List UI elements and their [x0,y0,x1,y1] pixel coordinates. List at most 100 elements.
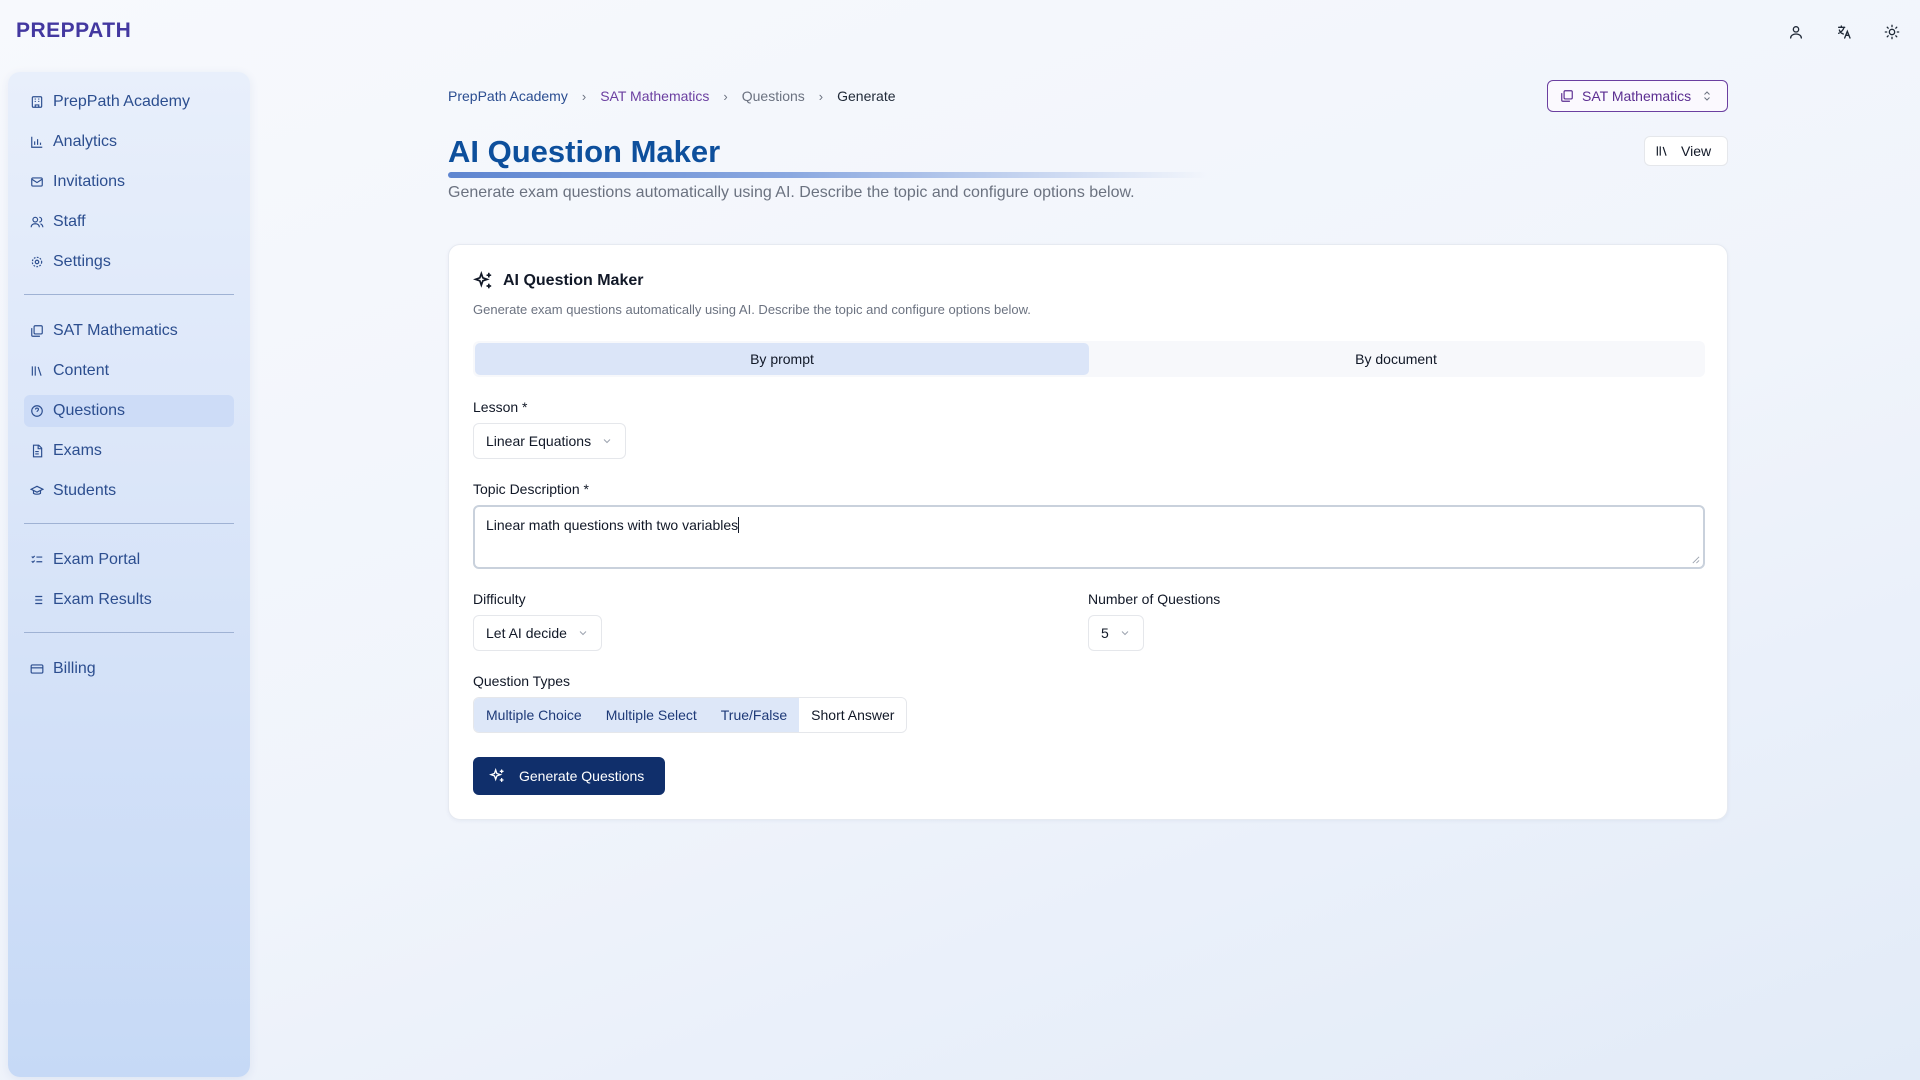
text-caret [738,517,740,533]
sidebar-item-exam-portal[interactable]: Exam Portal [24,544,234,576]
type-true-false[interactable]: True/False [708,698,800,732]
sidebar-item-content[interactable]: Content [24,355,234,387]
difficulty-value: Let AI decide [486,625,567,641]
help-circle-icon [31,405,43,417]
sidebar-group-billing: Billing [24,653,234,685]
graduation-cap-icon [30,485,44,495]
title-underline [448,172,1208,178]
building-icon [31,96,43,108]
sidebar-item-staff[interactable]: Staff [24,206,234,238]
view-button-label: View [1681,143,1712,159]
sidebar-item-exams[interactable]: Exams [24,435,234,467]
breadcrumb-current: Generate [837,88,896,104]
sidebar-group-org: PrepPath Academy Analytics Invitations S… [24,86,234,278]
library-icon [31,366,42,376]
translate-icon[interactable] [1834,22,1854,42]
sidebar-item-label: Students [53,482,117,499]
course-switcher-label: SAT Mathematics [1582,88,1692,104]
sidebar-divider [24,294,234,295]
sidebar-group-exams: Exam Portal Exam Results [24,544,234,616]
view-button[interactable]: View [1644,136,1728,166]
users-icon [30,216,44,228]
lesson-select[interactable]: Linear Equations [473,423,627,459]
user-icon[interactable] [1786,22,1806,42]
question-types-toggle-group: Multiple Choice Multiple Select True/Fal… [473,697,908,733]
difficulty-select[interactable]: Let AI decide [473,615,602,651]
sidebar-item-label: Analytics [53,133,118,150]
breadcrumb-org[interactable]: PrepPath Academy [448,88,568,104]
sparkles-icon [473,271,492,289]
breadcrumb-questions[interactable]: Questions [742,88,805,104]
main-content: PrepPath Academy › SAT Mathematics › Que… [448,80,1728,820]
top-actions [1786,22,1902,42]
sidebar-group-course: SAT Mathematics Content Questions Exams … [24,315,234,507]
generate-questions-button[interactable]: Generate Questions [473,757,665,795]
course-switcher[interactable]: SAT Mathematics [1547,80,1728,112]
sidebar-item-students[interactable]: Students [24,475,234,507]
question-count-select[interactable]: 5 [1088,615,1144,651]
sparkles-icon [489,768,504,782]
sidebar-item-label: Questions [53,402,126,419]
topic-description-input[interactable]: Linear math questions with two variables [473,505,1705,569]
sidebar-item-exam-results[interactable]: Exam Results [24,584,234,616]
resize-handle-icon[interactable] [1691,555,1700,564]
layers-icon [31,325,43,337]
difficulty-label: Difficulty [473,591,526,607]
sidebar-item-label: Invitations [53,173,126,190]
question-types-label: Question Types [473,673,571,689]
type-multiple-select[interactable]: Multiple Select [593,698,709,732]
page-title: AI Question Maker [448,134,721,169]
layers-icon [1561,90,1573,102]
card-subtitle: Generate exam questions automatically us… [473,302,1031,317]
app-logo[interactable]: PREPPATH [16,19,131,43]
sidebar-item-label: Exam Results [53,591,152,608]
sidebar-item-settings[interactable]: Settings [24,246,234,278]
sidebar-item-billing[interactable]: Billing [24,653,234,685]
top-bar: PREPPATH [0,0,1920,64]
sidebar-item-label: Exam Portal [53,551,141,568]
sidebar-item-label: PrepPath Academy [53,93,190,110]
sidebar-item-analytics[interactable]: Analytics [24,126,234,158]
sidebar: PrepPath Academy Analytics Invitations S… [8,72,250,1077]
sidebar-item-label: Staff [53,213,86,230]
card-title: AI Question Maker [503,272,644,289]
chevron-right-icon: › [581,88,587,104]
document-icon [32,444,43,458]
generate-questions-label: Generate Questions [519,768,645,784]
sidebar-divider [24,523,234,524]
tab-by-prompt[interactable]: By prompt [475,343,1089,375]
tab-by-document[interactable]: By document [1089,343,1703,375]
sidebar-item-sat-mathematics[interactable]: SAT Mathematics [24,315,234,347]
sun-icon[interactable] [1882,22,1902,42]
chevron-down-icon [579,631,587,636]
chevrons-up-down-icon [1704,91,1711,101]
sidebar-item-label: Content [53,362,110,379]
breadcrumb-course[interactable]: SAT Mathematics [600,88,709,104]
sidebar-item-invitations[interactable]: Invitations [24,166,234,198]
page-subtitle: Generate exam questions automatically us… [448,184,1135,201]
topic-label: Topic Description * [473,481,589,497]
credit-card-icon [30,664,44,674]
chevron-right-icon: › [723,88,728,104]
library-icon [1656,146,1667,156]
sidebar-item-label: Billing [53,660,96,677]
mail-icon [31,177,43,187]
question-maker-card: AI Question Maker Generate exam question… [448,244,1728,820]
sidebar-divider [24,632,234,633]
chevron-right-icon: › [818,88,824,104]
sidebar-item-preppath-academy[interactable]: PrepPath Academy [24,86,234,118]
checklist-icon [31,555,43,564]
chevron-down-icon [1121,631,1129,636]
bar-chart-icon [31,136,43,148]
lesson-value: Linear Equations [486,433,592,449]
sidebar-item-questions[interactable]: Questions [24,395,234,427]
gear-icon [31,256,43,268]
sidebar-item-label: SAT Mathematics [53,322,178,339]
chevron-down-icon [603,439,611,444]
topic-value: Linear math questions with two variables [486,517,739,533]
type-short-answer[interactable]: Short Answer [799,698,907,732]
list-icon [32,595,43,605]
breadcrumb: PrepPath Academy › SAT Mathematics › Que… [448,80,1728,112]
type-multiple-choice[interactable]: Multiple Choice [474,698,594,732]
sidebar-item-label: Settings [53,253,111,270]
